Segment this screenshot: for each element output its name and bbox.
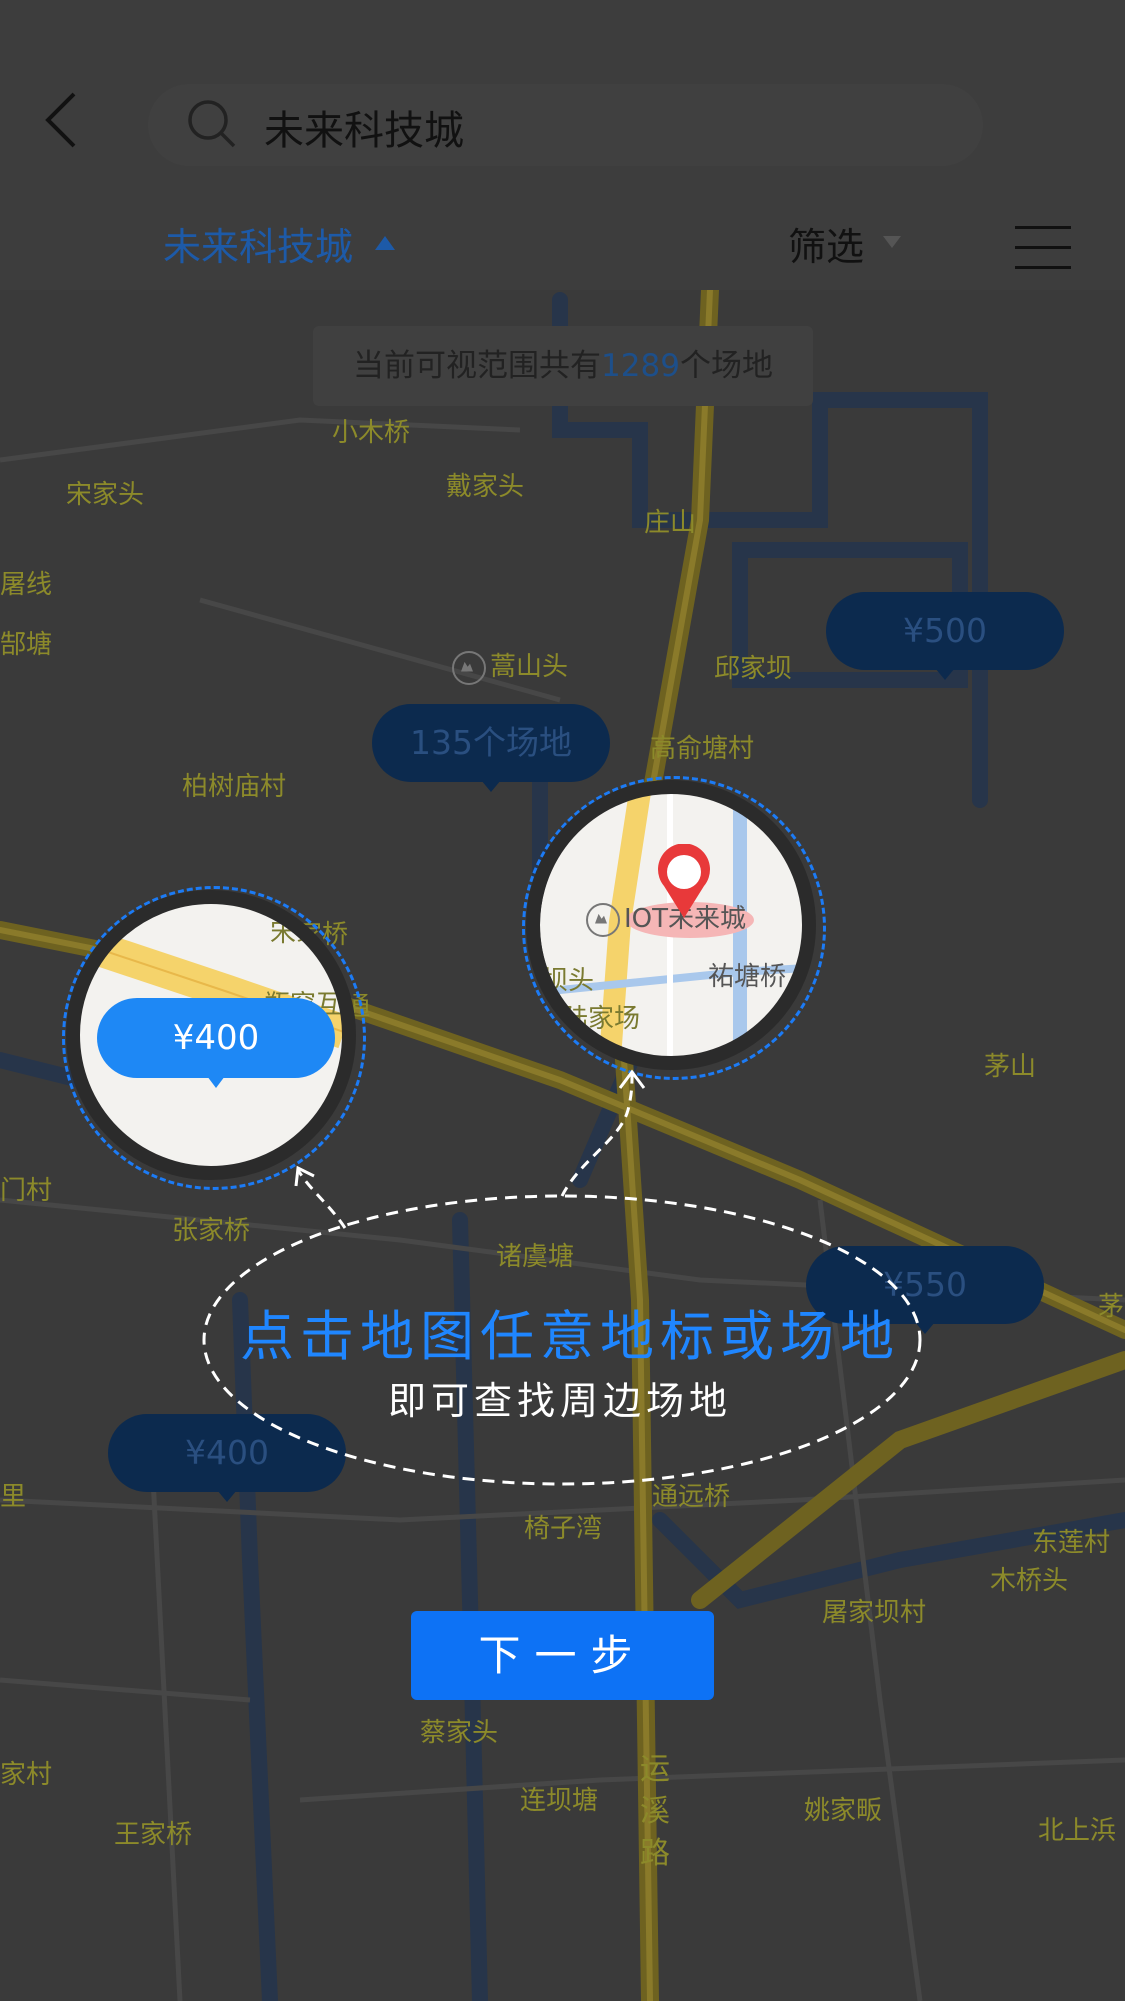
search-value[interactable]: 未来科技城 bbox=[264, 98, 464, 156]
city-dropdown[interactable]: 未来科技城 bbox=[163, 216, 353, 271]
filter-dropdown[interactable]: 筛选 bbox=[788, 216, 864, 271]
map-label[interactable]: 茅山 bbox=[984, 1046, 1036, 1083]
lens-right-frame bbox=[526, 780, 816, 1070]
map-label[interactable]: 东莲村 bbox=[1032, 1522, 1110, 1559]
map-label[interactable]: 戴家头 bbox=[446, 466, 524, 503]
lens-price-tag[interactable]: ¥400 bbox=[97, 998, 335, 1088]
search-icon bbox=[188, 100, 236, 148]
hint-subtitle: 即可查找周边场地 bbox=[388, 1379, 733, 1423]
map-label[interactable]: 溪 bbox=[640, 1786, 670, 1830]
hint-title: 点击地图任意地标或场地 bbox=[240, 1305, 900, 1368]
map-label[interactable]: 屠线 bbox=[0, 564, 52, 601]
map-label[interactable]: 运 bbox=[640, 1744, 670, 1788]
map-label[interactable]: 蔡家头 bbox=[420, 1712, 498, 1749]
map-label[interactable]: 通远桥 bbox=[652, 1476, 730, 1513]
map-label[interactable]: 路 bbox=[640, 1828, 670, 1872]
venue-price-tag[interactable]: ¥500 bbox=[826, 592, 1064, 680]
map-label[interactable]: 诸虞塘 bbox=[496, 1236, 574, 1273]
map-label[interactable]: 姚家畈 bbox=[804, 1790, 882, 1827]
banner-prefix: 当前可视范围共有 bbox=[353, 348, 602, 384]
caret-down-icon bbox=[883, 236, 901, 248]
visible-count-banner: 当前可视范围共有1289个场地 bbox=[313, 326, 813, 406]
map-label[interactable]: 蒿山头 bbox=[452, 646, 568, 685]
map-label[interactable]: 里 bbox=[0, 1476, 26, 1513]
map-label[interactable]: 木桥头 bbox=[990, 1560, 1068, 1597]
back-arrow-icon[interactable] bbox=[40, 90, 84, 150]
map-label[interactable]: 北上浜 bbox=[1038, 1810, 1116, 1847]
venue-price-tag[interactable]: ¥400 bbox=[108, 1414, 346, 1502]
banner-count: 1289 bbox=[601, 348, 680, 384]
map-label[interactable]: 郜塘 bbox=[0, 624, 52, 661]
poi-icon bbox=[452, 650, 486, 685]
map-label[interactable]: 椅子湾 bbox=[524, 1508, 602, 1545]
map-label[interactable]: 家村 bbox=[0, 1754, 52, 1791]
map-label[interactable]: 庄山 bbox=[644, 502, 696, 539]
map-label[interactable]: 小木桥 bbox=[332, 412, 410, 449]
map-label[interactable]: 张家桥 bbox=[172, 1210, 250, 1247]
map-label[interactable]: 宋家头 bbox=[66, 474, 144, 511]
map-label[interactable]: 屠家坝村 bbox=[822, 1592, 926, 1629]
banner-suffix: 个场地 bbox=[679, 348, 773, 384]
caret-up-icon bbox=[375, 236, 395, 250]
map-label[interactable]: 连坝塘 bbox=[520, 1780, 598, 1817]
map-label[interactable]: 高俞塘村 bbox=[650, 728, 754, 765]
map-label[interactable]: 柏树庙村 bbox=[182, 766, 286, 803]
map-label[interactable]: 茅 bbox=[1098, 1286, 1124, 1323]
map-label[interactable]: 邱家坝 bbox=[714, 648, 792, 685]
map-label[interactable]: 王家桥 bbox=[114, 1814, 192, 1851]
map-label[interactable]: 门村 bbox=[0, 1170, 52, 1207]
next-step-button[interactable]: 下一步 bbox=[411, 1611, 714, 1700]
menu-icon[interactable] bbox=[1015, 226, 1071, 270]
venue-count-tag[interactable]: 135个场地 bbox=[372, 704, 610, 792]
